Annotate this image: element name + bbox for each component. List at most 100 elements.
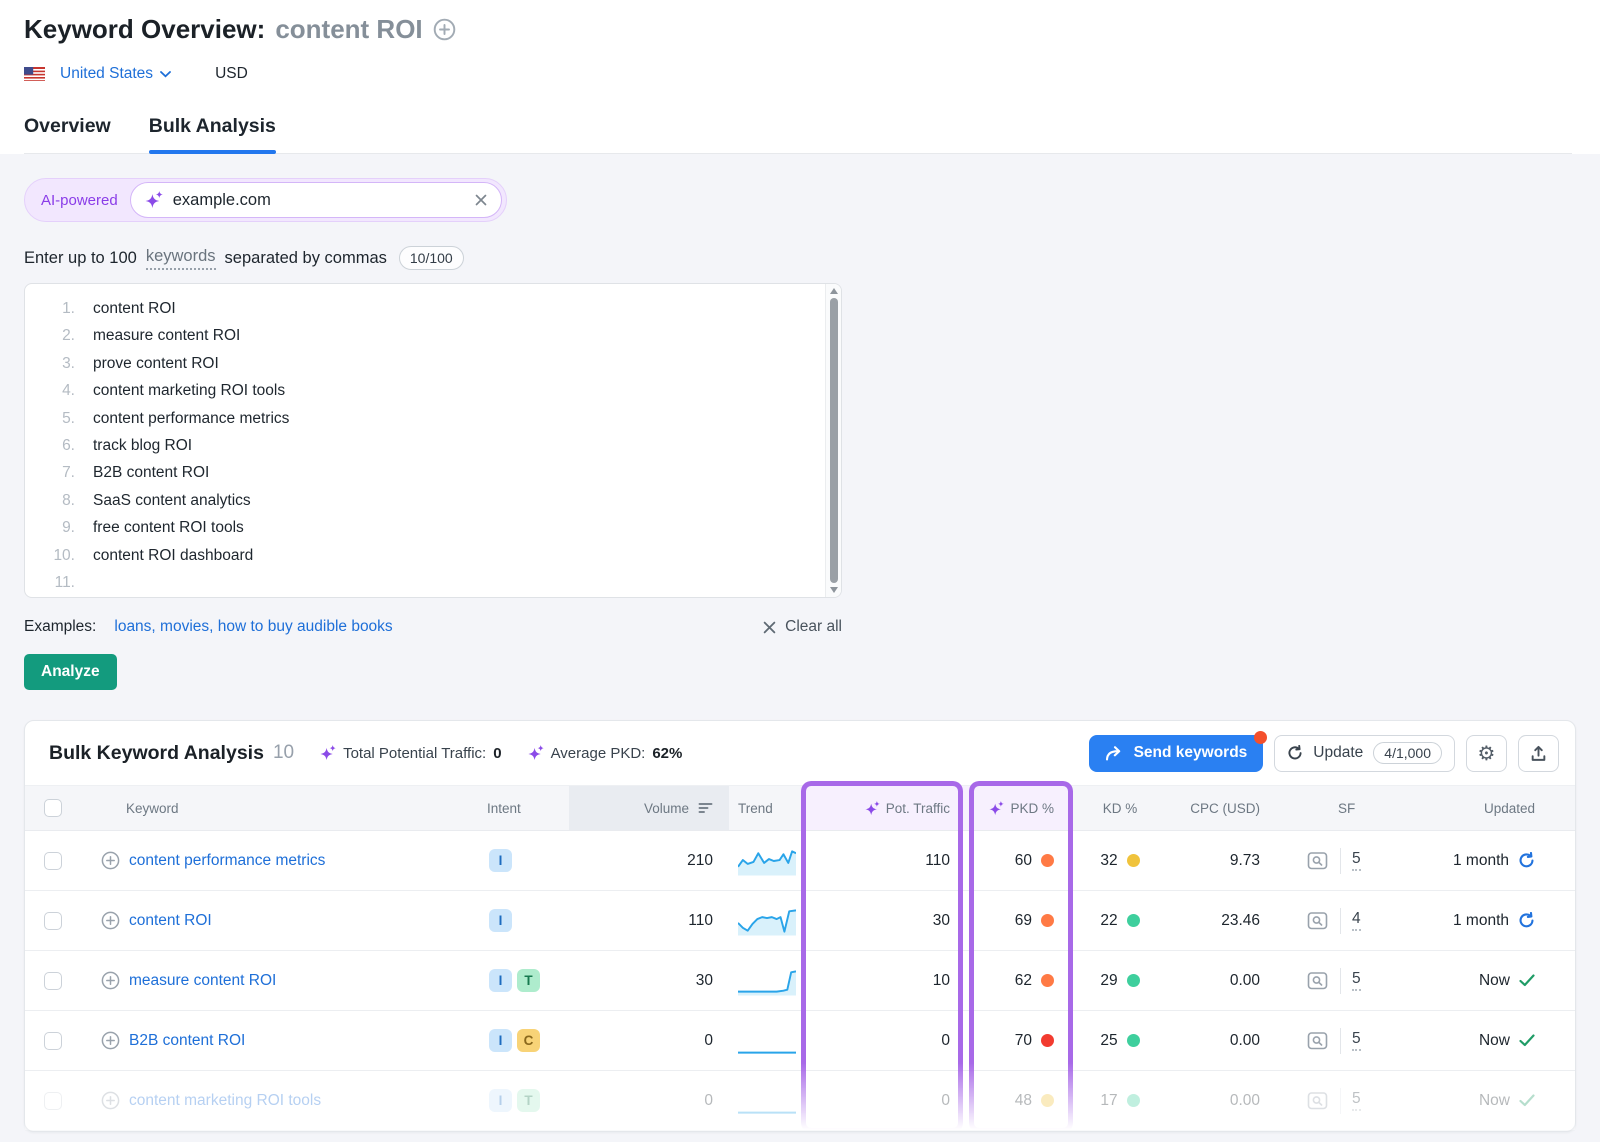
- clear-all-label: Clear all: [785, 618, 842, 636]
- content-area: AI-powered example.com Enter up to 100 k…: [0, 154, 1600, 1142]
- trend-sparkline: [729, 964, 800, 998]
- line-number: 5.: [25, 405, 93, 432]
- add-to-list-icon[interactable]: [101, 911, 120, 930]
- send-keywords-button[interactable]: Send keywords: [1089, 735, 1264, 772]
- update-button[interactable]: Update 4/1,000: [1274, 735, 1455, 772]
- refresh-icon: [1287, 745, 1303, 761]
- scroll-up-icon[interactable]: [830, 288, 838, 294]
- kd-dot: [1127, 854, 1140, 867]
- keywords-textarea[interactable]: 1.content ROI2.measure content ROI3.prov…: [24, 283, 842, 598]
- traffic-label: Total Potential Traffic:: [343, 745, 486, 762]
- country-selector[interactable]: United States: [24, 65, 171, 83]
- settings-button[interactable]: ⚙: [1466, 735, 1507, 772]
- page-title: Keyword Overview:: [24, 14, 265, 45]
- col-intent[interactable]: Intent: [481, 786, 569, 830]
- textarea-scrollbar[interactable]: [825, 284, 841, 597]
- serp-features-button[interactable]: [1304, 1087, 1332, 1115]
- keyword-link[interactable]: B2B content ROI: [129, 1032, 245, 1050]
- add-to-list-icon[interactable]: [101, 1091, 120, 1110]
- keywords-term[interactable]: keywords: [146, 247, 216, 270]
- pkd-dot: [1041, 1034, 1054, 1047]
- update-quota-badge: 4/1,000: [1373, 742, 1442, 764]
- kd-value: 32: [1100, 852, 1117, 870]
- col-cpc[interactable]: CPC (USD): [1170, 786, 1300, 830]
- keyword-link[interactable]: content ROI: [129, 912, 212, 930]
- serp-features-button[interactable]: [1304, 847, 1332, 875]
- sf-value[interactable]: 5: [1352, 1090, 1361, 1111]
- tab-overview[interactable]: Overview: [24, 115, 111, 153]
- row-checkbox[interactable]: [44, 972, 62, 990]
- col-updated[interactable]: Updated: [1405, 786, 1575, 830]
- col-pkd[interactable]: PKD %: [960, 786, 1070, 830]
- domain-input[interactable]: example.com: [130, 182, 502, 218]
- cpc-value: 0.00: [1170, 1092, 1300, 1110]
- check-icon: [1519, 1034, 1535, 1047]
- keyword-line: 11.: [25, 569, 841, 596]
- sf-value[interactable]: 5: [1352, 970, 1361, 991]
- analyze-button[interactable]: Analyze: [24, 654, 117, 690]
- table-row: content ROI I 110 30 69 22 23.46 4: [25, 891, 1575, 951]
- pkd-value: 62: [1015, 972, 1032, 990]
- keyword-line: 5.content performance metrics: [25, 405, 841, 432]
- sort-desc-icon: [698, 802, 713, 814]
- pot-traffic-value: 110: [800, 852, 960, 870]
- add-keyword-icon[interactable]: [433, 18, 456, 41]
- scroll-down-icon[interactable]: [830, 587, 838, 593]
- serp-features-button[interactable]: [1304, 967, 1332, 995]
- kd-dot: [1127, 974, 1140, 987]
- pkd-value: 48: [1015, 1092, 1032, 1110]
- add-to-list-icon[interactable]: [101, 851, 120, 870]
- col-trend[interactable]: Trend: [729, 786, 800, 830]
- scrollbar-thumb[interactable]: [830, 298, 838, 583]
- serp-features-button[interactable]: [1304, 1027, 1332, 1055]
- line-number: 7.: [25, 459, 93, 486]
- row-checkbox[interactable]: [44, 852, 62, 870]
- examples-link[interactable]: loans, movies, how to buy audible books: [114, 618, 392, 636]
- refresh-icon[interactable]: [1518, 852, 1535, 869]
- keyword-link[interactable]: content marketing ROI tools: [129, 1092, 321, 1110]
- table-body: content performance metrics I 210 110 60…: [25, 831, 1575, 1131]
- refresh-icon[interactable]: [1518, 912, 1535, 929]
- serp-features-button[interactable]: [1304, 907, 1332, 935]
- keyword-link[interactable]: content performance metrics: [129, 852, 325, 870]
- volume-value: 0: [569, 1092, 729, 1110]
- add-to-list-icon[interactable]: [101, 1031, 120, 1050]
- sf-value[interactable]: 5: [1352, 850, 1361, 871]
- line-number: 9.: [25, 514, 93, 541]
- add-to-list-icon[interactable]: [101, 971, 120, 990]
- col-kd[interactable]: KD %: [1070, 786, 1170, 830]
- row-checkbox[interactable]: [44, 1092, 62, 1110]
- keyword-line: 7.B2B content ROI: [25, 459, 841, 486]
- sf-value[interactable]: 4: [1352, 910, 1361, 931]
- keyword-counter-badge: 10/100: [399, 246, 464, 270]
- pkd-value: 60: [1015, 852, 1032, 870]
- examples-label: Examples:: [24, 618, 96, 636]
- row-checkbox[interactable]: [44, 1032, 62, 1050]
- examples-row: Examples: loans, movies, how to buy audi…: [24, 618, 842, 636]
- col-pot-traffic[interactable]: Pot. Traffic: [800, 786, 960, 830]
- keyword-list: 1.content ROI2.measure content ROI3.prov…: [25, 284, 841, 596]
- sf-value[interactable]: 5: [1352, 1030, 1361, 1051]
- col-volume[interactable]: Volume: [569, 786, 729, 830]
- row-checkbox[interactable]: [44, 912, 62, 930]
- export-button[interactable]: [1518, 735, 1559, 772]
- divider: [1340, 908, 1341, 934]
- us-flag-icon: [24, 67, 45, 81]
- clear-domain-icon[interactable]: [475, 194, 487, 206]
- updated-value: 1 month: [1453, 912, 1509, 930]
- select-all-checkbox[interactable]: [44, 799, 62, 817]
- intent-badge-t: T: [517, 969, 540, 992]
- clear-all-button[interactable]: Clear all: [763, 618, 842, 636]
- keyword-text: B2B content ROI: [93, 459, 209, 486]
- tab-bulk-analysis[interactable]: Bulk Analysis: [149, 115, 276, 153]
- cpc-value: 9.73: [1170, 852, 1300, 870]
- col-sf[interactable]: SF: [1300, 786, 1405, 830]
- instruction-suffix: separated by commas: [225, 249, 387, 268]
- table-row: content marketing ROI tools IT 0 0 48 17…: [25, 1071, 1575, 1131]
- update-label: Update: [1313, 744, 1363, 762]
- domain-input-value: example.com: [173, 191, 465, 210]
- pot-traffic-value: 0: [800, 1032, 960, 1050]
- intent-badge-i: I: [489, 849, 512, 872]
- keyword-link[interactable]: measure content ROI: [129, 972, 276, 990]
- col-keyword[interactable]: Keyword: [81, 786, 481, 830]
